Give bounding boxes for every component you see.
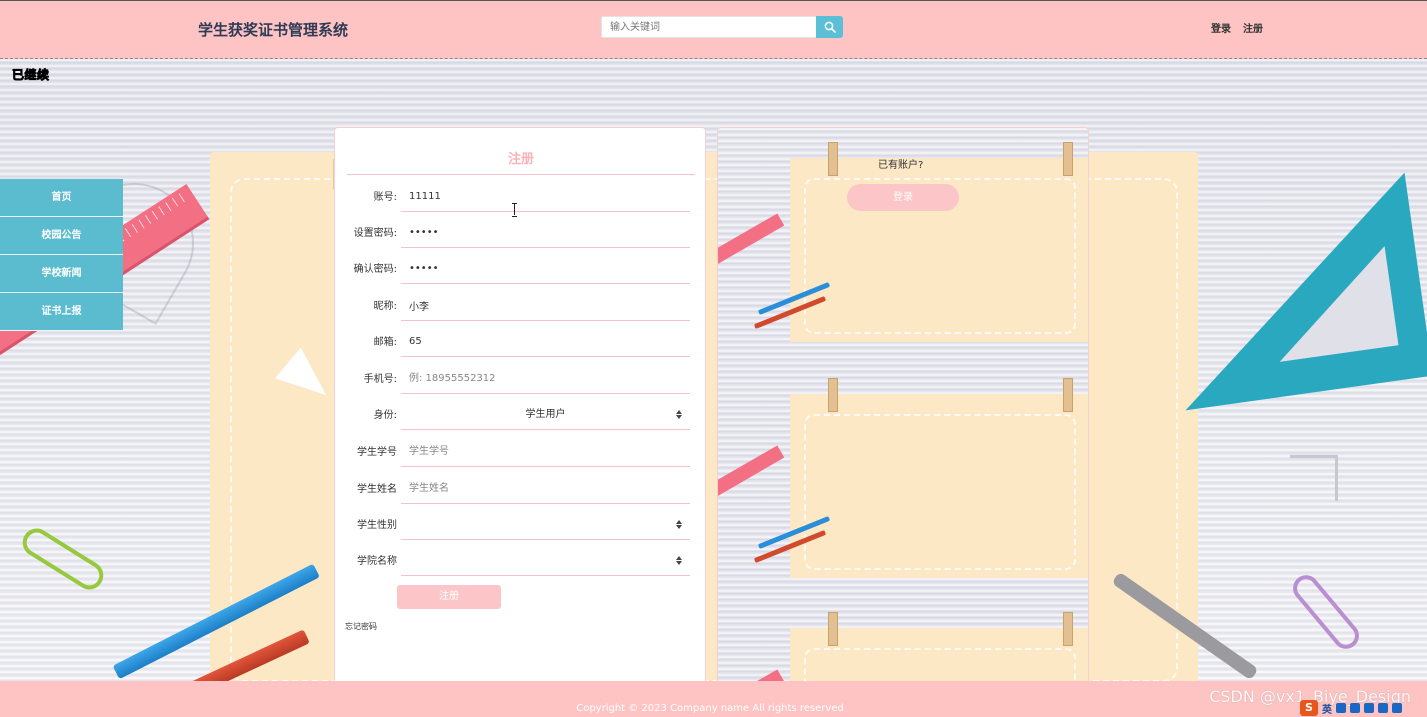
ruler-decoration (718, 213, 785, 265)
password-input[interactable] (401, 218, 690, 248)
college-field-row: 学院名称 (335, 546, 707, 582)
title-divider (347, 174, 695, 175)
search-button[interactable] (816, 16, 843, 38)
music-note-decoration (1290, 455, 1338, 501)
account-field-row: 账号: (335, 182, 707, 218)
copyright-text: Copyright © 2023 Company name All rights… (576, 703, 844, 714)
clothespin-decoration (1063, 612, 1073, 646)
student-name-field-row: 学生姓名 (335, 474, 707, 510)
top-header: 学生获奖证书管理系统 登录 注册 (0, 0, 1427, 59)
phone-field-row: 手机号: (335, 364, 707, 400)
select-arrow-icon (676, 410, 682, 420)
password-field-row: 设置密码: (335, 218, 707, 254)
nickname-label: 昵称: (373, 301, 397, 312)
set-square-decoration (1156, 172, 1427, 411)
register-form-card: 注册 账号: 设置密码: 确认密码: 昵称: 邮箱: 手机号: 身份: 学生用户… (334, 127, 706, 704)
email-label: 邮箱: (373, 337, 397, 348)
clothespin-decoration (828, 612, 838, 646)
student-no-input[interactable] (401, 437, 690, 467)
site-title: 学生获奖证书管理系统 (198, 21, 349, 39)
search-input[interactable] (601, 16, 817, 38)
college-label: 学院名称 (357, 556, 397, 567)
header-register-link[interactable]: 注册 (1243, 20, 1263, 35)
account-label: 账号: (373, 192, 397, 203)
clothespin-decoration (1063, 142, 1073, 176)
phone-label: 手机号: (363, 374, 397, 385)
identity-selected-value: 学生用户 (525, 409, 566, 420)
side-menu: 首页 校园公告 学校新闻 证书上报 (0, 179, 123, 331)
paperclip-decoration (1287, 569, 1365, 655)
side-menu-item-home[interactable]: 首页 (0, 179, 123, 217)
side-menu-item-certificate-report[interactable]: 证书上报 (0, 293, 123, 331)
login-panel-card: 已有账户? 登录 (717, 127, 1089, 704)
nickname-input[interactable] (401, 291, 690, 321)
identity-field-row: 身份: 学生用户 (335, 400, 707, 436)
college-select[interactable] (401, 546, 690, 576)
forgot-password-link[interactable]: 忘记密码 (345, 621, 377, 632)
punctuation-icon[interactable] (1336, 703, 1346, 713)
header-login-link[interactable]: 登录 (1211, 20, 1231, 35)
search-icon (824, 21, 836, 33)
identity-select[interactable]: 学生用户 (401, 400, 690, 430)
select-arrow-icon (676, 556, 682, 566)
student-no-label: 学生学号 (357, 447, 397, 458)
clothespin-decoration (828, 378, 838, 412)
confirm-password-input[interactable] (401, 254, 690, 284)
login-button[interactable]: 登录 (847, 184, 959, 211)
identity-label: 身份: (373, 410, 397, 421)
student-no-field-row: 学生学号 (335, 437, 707, 473)
register-submit-button[interactable]: 注册 (397, 585, 501, 609)
student-name-input[interactable] (401, 474, 690, 504)
confirm-password-field-row: 确认密码: (335, 254, 707, 290)
paperclip-decoration (17, 523, 109, 595)
toolbox-icon[interactable] (1392, 703, 1402, 713)
email-field-row: 邮箱: (335, 327, 707, 363)
text-cursor-icon (512, 203, 518, 217)
phone-input[interactable] (401, 364, 690, 394)
clothespin-decoration (1063, 378, 1073, 412)
password-label: 设置密码: (353, 228, 397, 239)
student-gender-label: 学生性别 (357, 520, 397, 531)
register-form-title: 注册 (507, 152, 534, 167)
email-input[interactable] (401, 327, 690, 357)
select-arrow-icon (676, 520, 682, 530)
ruler-decoration (718, 445, 785, 497)
keyboard-icon[interactable] (1364, 703, 1374, 713)
account-input[interactable] (401, 182, 690, 212)
ime-tray: S 英 (1298, 699, 1427, 717)
student-gender-select[interactable] (401, 510, 690, 540)
side-menu-item-announcements[interactable]: 校园公告 (0, 217, 123, 255)
background-desk (0, 59, 1427, 681)
student-gender-field-row: 学生性别 (335, 510, 707, 546)
status-overlay-text: 已继续 (12, 68, 50, 83)
side-menu-item-news[interactable]: 学校新闻 (0, 255, 123, 293)
panel-paper-decoration (790, 394, 1088, 578)
confirm-password-label: 确认密码: (353, 264, 397, 275)
skin-icon[interactable] (1378, 703, 1388, 713)
sogou-ime-icon[interactable]: S (1300, 700, 1318, 716)
has-account-prompt: 已有账户? (878, 160, 924, 171)
student-name-label: 学生姓名 (357, 484, 397, 495)
clothespin-decoration (828, 142, 838, 176)
ime-language-indicator[interactable]: 英 (1322, 701, 1332, 716)
microphone-icon[interactable] (1350, 703, 1360, 713)
nickname-field-row: 昵称: (335, 291, 707, 327)
